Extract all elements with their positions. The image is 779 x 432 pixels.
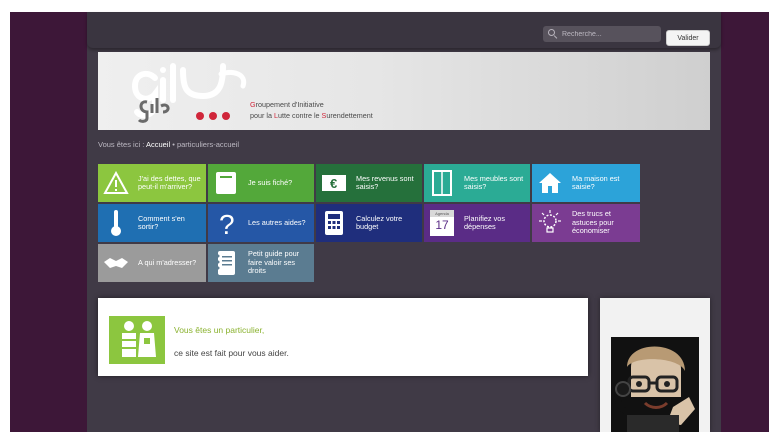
tile-petit-guide[interactable]: Petit guide pour faire valoir ses droits [208, 244, 314, 282]
notebook-icon [208, 244, 244, 282]
breadcrumb-home-link[interactable]: Accueil [146, 140, 170, 149]
logo-tagline: Groupement d'Initiative pour la Lutte co… [250, 100, 373, 120]
tile-label: Calculez votre budget [356, 213, 403, 231]
handshake-icon [98, 244, 134, 282]
calendar-day: 17 [435, 218, 449, 232]
tile-label: Des trucs et astuces pour économiser [572, 209, 614, 236]
calendar-icon: Agenda 17 [424, 204, 460, 242]
tile-depenses[interactable]: Agenda 17 Planifiez vos dépenses [424, 204, 530, 242]
tile-label: Planifiez vos dépenses [464, 213, 505, 231]
person-photo [611, 337, 699, 432]
tile-autres-aides[interactable]: ? Les autres aides? [208, 204, 314, 242]
breadcrumb: Vous êtes ici : Accueil • particuliers-a… [98, 140, 240, 149]
gils-logo[interactable] [125, 56, 255, 126]
tile-revenus[interactable]: € Mes revenus sont saisis? [316, 164, 422, 202]
tile-maison[interactable]: Ma maison est saisie? [532, 164, 640, 202]
tile-label: Les autres aides? [248, 217, 306, 227]
question-icon: ? [208, 204, 244, 242]
thermometer-icon [98, 204, 134, 242]
tile-label: Comment s'en sortir? [138, 213, 185, 231]
wardrobe-icon [424, 164, 460, 202]
warning-icon [98, 164, 134, 202]
tile-label: Mes meubles sont saisis? [464, 173, 524, 191]
svg-text:?: ? [219, 209, 235, 238]
tile-budget[interactable]: Calculez votre budget [316, 204, 422, 242]
card-icon [208, 164, 244, 202]
tile-label: Mes revenus sont saisis? [356, 173, 414, 191]
search-input[interactable] [559, 30, 658, 38]
search-submit-button[interactable]: Valider [666, 30, 710, 46]
tile-a-qui[interactable]: A qui m'adresser? [98, 244, 206, 282]
tile-label: Ma maison est saisie? [572, 173, 620, 191]
tile-label: Je suis fiché? [248, 177, 293, 187]
search-icon [547, 28, 559, 40]
tile-meubles[interactable]: Mes meubles sont saisis? [424, 164, 530, 202]
tile-fiche[interactable]: Je suis fiché? [208, 164, 314, 202]
house-icon [532, 164, 568, 202]
tile-dettes[interactable]: J'ai des dettes, que peut-il m'arriver? [98, 164, 206, 202]
tile-label: J'ai des dettes, que peut-il m'arriver? [138, 173, 201, 191]
calendar-month: Agenda [430, 210, 454, 217]
search-box[interactable] [543, 26, 661, 42]
tile-label: A qui m'adresser? [138, 257, 197, 267]
intro-subtitle: ce site est fait pour vous aider. [174, 348, 289, 358]
intro-title: Vous êtes un particulier, [174, 325, 265, 335]
tile-sen-sortir[interactable]: Comment s'en sortir? [98, 204, 206, 242]
lightbulb-icon [532, 204, 568, 242]
svg-text:€: € [330, 176, 337, 191]
top-strip [0, 0, 779, 12]
family-icon [109, 316, 165, 364]
euro-icon: € [316, 164, 352, 202]
tile-astuces[interactable]: Des trucs et astuces pour économiser [532, 204, 640, 242]
calculator-icon [316, 204, 352, 242]
intro-box: Vous êtes un particulier, ce site est fa… [98, 298, 588, 376]
tile-label: Petit guide pour faire valoir ses droits [248, 249, 300, 276]
